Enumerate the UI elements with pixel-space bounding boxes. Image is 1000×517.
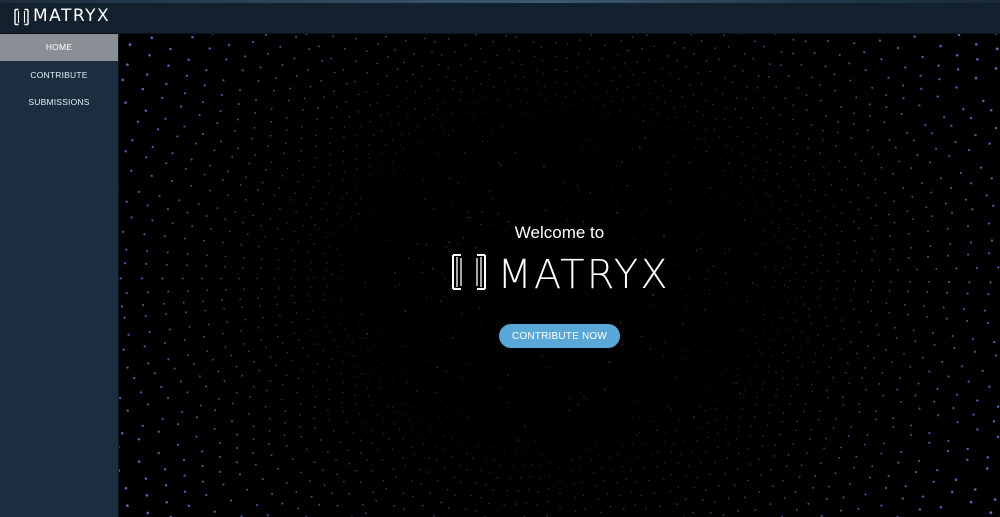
hero-logo-text: MATRYX — [497, 251, 670, 298]
matryx-cube-icon — [449, 252, 489, 297]
welcome-heading: Welcome to — [514, 223, 605, 242]
hero-logo: MATRYX — [449, 252, 669, 297]
header-logo-text: MATRYX — [33, 6, 111, 26]
header-logo[interactable]: MATRYX — [13, 5, 110, 29]
top-header: MATRYX — [0, 0, 1000, 34]
sidebar-item-submissions[interactable]: SUBMISSIONS — [0, 89, 118, 116]
contribute-now-button[interactable]: CONTRIBUTE NOW — [498, 324, 621, 348]
sidebar: HOME CONTRIBUTE SUBMISSIONS — [0, 34, 119, 517]
sidebar-nav: HOME CONTRIBUTE SUBMISSIONS — [0, 34, 118, 116]
sidebar-item-home[interactable]: HOME — [0, 34, 118, 61]
hero-section: Welcome to MATRYX CONTRIBUTE NOW — [119, 34, 1000, 517]
matryx-cube-icon — [13, 8, 30, 26]
sidebar-item-contribute[interactable]: CONTRIBUTE — [0, 62, 118, 89]
header-top-strip — [0, 0, 1000, 3]
app-window: MATRYX HOME CONTRIBUTE SUBMISSIONS Welco… — [0, 0, 1000, 517]
